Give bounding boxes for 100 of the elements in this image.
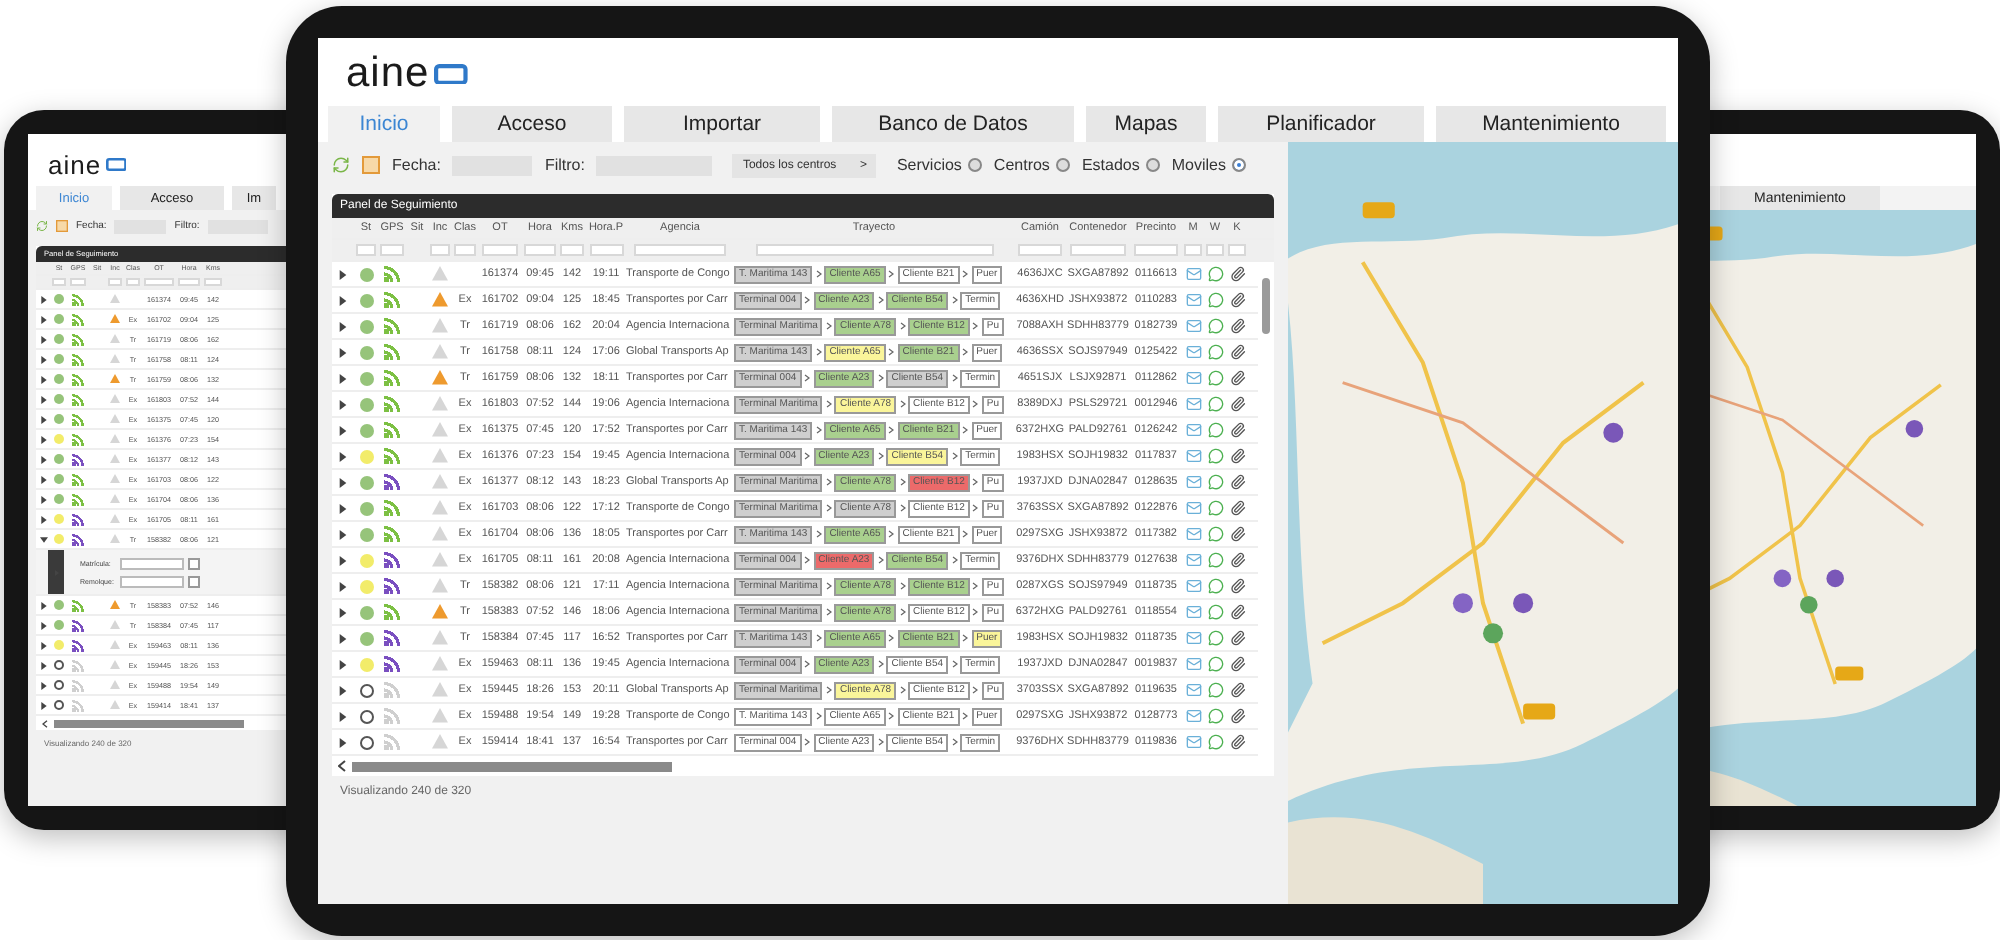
caret-icon[interactable] (338, 425, 348, 435)
checkbox[interactable] (188, 575, 200, 587)
caret-icon[interactable] (39, 661, 47, 669)
caret-icon[interactable] (338, 685, 348, 695)
filter-field[interactable] (1070, 244, 1126, 256)
filter-field[interactable] (755, 244, 993, 256)
tab[interactable]: Importar (624, 106, 820, 142)
mail-icon[interactable] (1185, 526, 1201, 542)
filter-field[interactable] (481, 244, 519, 256)
radio-button[interactable] (967, 158, 982, 172)
radio-button[interactable] (1231, 158, 1246, 172)
filter-field[interactable] (1017, 244, 1063, 256)
caret-icon[interactable] (338, 399, 348, 409)
caret-icon[interactable] (338, 529, 348, 539)
input-field[interactable] (120, 557, 184, 569)
chevron-icon (888, 348, 895, 356)
tab[interactable]: Planificador (1218, 106, 1424, 142)
filter-field[interactable] (380, 244, 404, 256)
chevron-icon (815, 348, 822, 356)
chevron-icon (962, 530, 969, 538)
radio-button[interactable] (1145, 158, 1160, 172)
filter-field[interactable] (453, 244, 477, 256)
radio-label: Servicios (896, 156, 962, 174)
mail-icon[interactable] (1185, 500, 1201, 516)
caret-icon[interactable] (338, 451, 348, 461)
filter-field[interactable] (1133, 244, 1179, 256)
caret-icon[interactable] (39, 601, 47, 609)
caret-icon[interactable] (338, 555, 348, 565)
caret-icon[interactable] (39, 621, 47, 629)
mail-icon[interactable] (1185, 370, 1201, 386)
tab[interactable]: Banco de Datos (832, 106, 1074, 142)
checkbox[interactable] (188, 557, 200, 569)
mail-icon[interactable] (1185, 396, 1201, 412)
caret-icon[interactable] (39, 395, 47, 403)
chevron-icon (888, 270, 895, 278)
scroll-left-icon[interactable] (338, 760, 346, 772)
caret-icon[interactable] (338, 503, 348, 513)
caret-icon[interactable] (338, 477, 348, 487)
caret-icon[interactable] (338, 633, 348, 643)
caret-icon[interactable] (39, 515, 47, 523)
radio-button[interactable] (1055, 158, 1070, 172)
caret-icon[interactable] (39, 475, 47, 483)
caret-icon[interactable] (338, 737, 348, 747)
refresh-icon[interactable] (332, 156, 350, 174)
caret-icon[interactable] (338, 269, 348, 279)
caret-icon[interactable] (39, 375, 47, 383)
mail-icon[interactable] (1185, 448, 1201, 464)
mail-icon[interactable] (1185, 344, 1201, 360)
filter-field[interactable] (355, 244, 377, 256)
mail-icon[interactable] (1185, 474, 1201, 490)
caret-icon[interactable] (39, 495, 47, 503)
scrollbar[interactable] (54, 719, 244, 727)
caret-icon[interactable] (39, 295, 47, 303)
chevron-icon (825, 608, 832, 616)
scrollbar[interactable] (352, 761, 672, 771)
mail-icon[interactable] (1185, 734, 1201, 750)
mail-icon[interactable] (1185, 578, 1201, 594)
caret-icon[interactable] (39, 455, 47, 463)
filter-field[interactable] (429, 244, 451, 256)
mail-icon[interactable] (1185, 266, 1201, 282)
caret-icon[interactable] (39, 335, 47, 343)
input-field[interactable] (120, 575, 184, 587)
filter-field[interactable] (634, 244, 726, 256)
mail-icon[interactable] (1185, 318, 1201, 334)
note-icon[interactable] (362, 156, 380, 174)
refresh-icon[interactable] (36, 220, 48, 232)
caret-icon[interactable] (39, 315, 47, 323)
caret-icon[interactable] (39, 701, 47, 709)
caret-icon[interactable] (39, 681, 47, 689)
caret-icon[interactable] (338, 607, 348, 617)
chevron-icon (877, 738, 884, 746)
caret-icon[interactable] (39, 435, 47, 443)
caret-icon[interactable] (338, 373, 348, 383)
caret-icon[interactable] (39, 641, 47, 649)
caret-icon[interactable] (39, 355, 47, 363)
tab[interactable]: Mapas (1086, 106, 1206, 142)
caret-icon[interactable] (39, 535, 47, 543)
caret-icon[interactable] (338, 581, 348, 591)
filter-field[interactable] (524, 244, 556, 256)
mail-icon[interactable] (1185, 552, 1201, 568)
caret-icon[interactable] (338, 347, 348, 357)
mail-icon[interactable] (1185, 708, 1201, 724)
caret-icon[interactable] (338, 295, 348, 305)
tab[interactable]: Mantenimiento (1436, 106, 1666, 142)
filter-field[interactable] (560, 244, 584, 256)
mail-icon[interactable] (1185, 682, 1201, 698)
tab[interactable]: Acceso (452, 106, 612, 142)
detail-handle[interactable] (48, 550, 64, 594)
mail-icon[interactable] (1185, 422, 1201, 438)
caret-icon[interactable] (338, 711, 348, 721)
scroll-left-icon[interactable] (42, 719, 48, 727)
note-icon[interactable] (56, 220, 68, 232)
filter-field[interactable] (589, 244, 623, 256)
caret-icon[interactable] (39, 415, 47, 423)
mail-icon[interactable] (1185, 604, 1201, 620)
caret-icon[interactable] (338, 659, 348, 669)
caret-icon[interactable] (338, 321, 348, 331)
mail-icon[interactable] (1185, 292, 1201, 308)
mail-icon[interactable] (1185, 630, 1201, 646)
mail-icon[interactable] (1185, 656, 1201, 672)
